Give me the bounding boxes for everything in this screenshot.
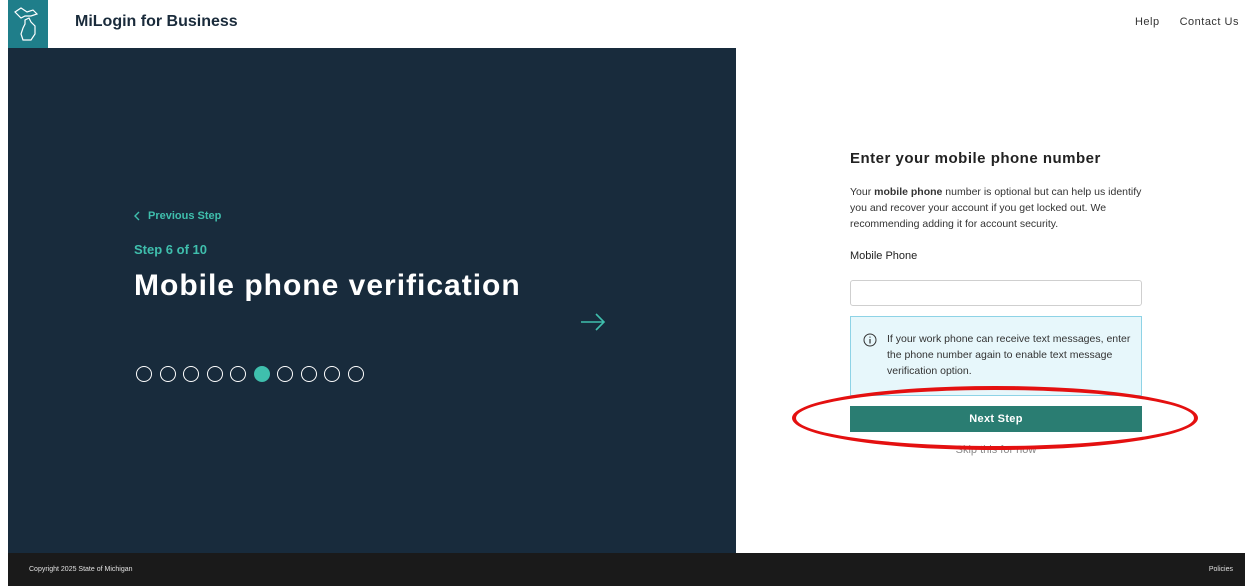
step-counter: Step 6 of 10 [134, 242, 207, 257]
step-dot-4 [206, 366, 223, 382]
step-dot-7 [277, 366, 293, 382]
progress-panel: Previous Step Step 6 of 10 Mobile phone … [8, 48, 736, 553]
chevron-left-icon [134, 211, 140, 221]
form-description: Your mobile phone number is optional but… [850, 186, 1142, 230]
next-step-button[interactable]: Next Step [850, 406, 1142, 432]
skip-link[interactable]: Skip this for now [850, 444, 1142, 456]
site-footer: Copyright 2025 State of Michigan Policie… [8, 553, 1245, 586]
step-progress-dots [136, 366, 364, 382]
michigan-logo[interactable] [8, 0, 48, 48]
michigan-map-icon [14, 7, 39, 41]
previous-step-label: Previous Step [148, 210, 222, 222]
previous-step-link[interactable]: Previous Step [134, 210, 221, 222]
arrow-right-icon [580, 312, 606, 337]
info-icon [863, 333, 877, 347]
copyright-text: Copyright 2025 State of Michigan [29, 566, 133, 573]
step-dot-8 [300, 366, 317, 382]
contact-us-link[interactable]: Contact Us [1180, 16, 1239, 28]
info-notice: If your work phone can receive text mess… [850, 316, 1142, 396]
page-title: Mobile phone verification [134, 269, 521, 302]
step-dot-5 [230, 366, 246, 382]
help-link[interactable]: Help [1135, 16, 1160, 28]
policies-link[interactable]: Policies [1209, 566, 1233, 573]
info-text: If your work phone can receive text mess… [887, 333, 1131, 377]
step-dot-2 [159, 366, 176, 382]
brand-title: MiLogin for Business [75, 13, 238, 30]
step-dot-9 [324, 366, 340, 382]
top-nav: Help Contact Us [1135, 16, 1239, 28]
step-dot-3 [183, 366, 199, 382]
step-dot-10 [347, 366, 364, 382]
step-dot-6 [253, 366, 270, 382]
site-header: MiLogin for Business Help Contact Us [0, 0, 1245, 48]
form-title: Enter your mobile phone number [850, 150, 1101, 167]
step-dot-1 [136, 366, 152, 382]
mobile-phone-label: Mobile Phone [850, 250, 918, 262]
mobile-phone-input[interactable] [850, 280, 1142, 306]
